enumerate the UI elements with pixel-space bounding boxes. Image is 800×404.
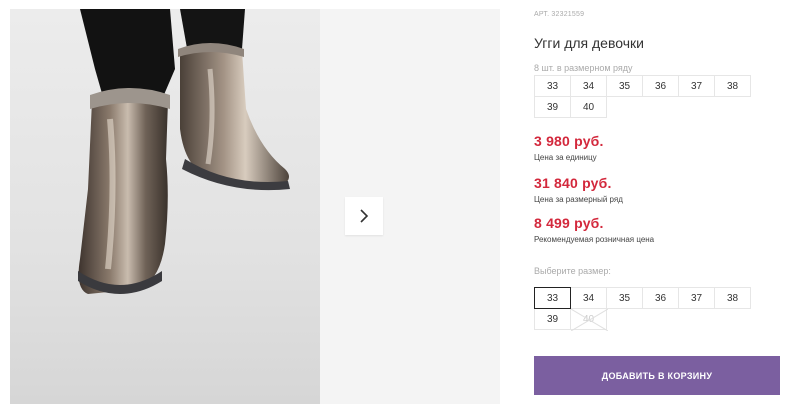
size-row-grid: 33 34 35 36 37 38 39 40 [534,75,762,118]
chevron-right-icon [360,209,369,223]
size-option[interactable]: 34 [570,287,607,309]
size-row-cell: 37 [678,75,715,97]
size-selector: 33 34 35 36 37 38 39 40 [534,287,762,331]
product-photo [10,9,320,404]
rrp-price: 8 499 руб. [534,215,604,231]
unit-price: 3 980 руб. [534,133,604,149]
size-option-label: 39 [546,313,559,325]
size-row-cell: 36 [642,75,679,97]
size-option-label: 37 [690,292,703,304]
size-row-cell: 38 [714,75,751,97]
add-to-cart-button[interactable]: ДОБАВИТЬ В КОРЗИНУ [534,356,780,395]
size-option[interactable]: 38 [714,287,751,309]
boots-illustration [78,9,290,294]
rrp-price-label: Рекомендуемая розничная цена [534,235,655,244]
size-option[interactable]: 35 [606,287,643,309]
size-row-cell: 34 [570,75,607,97]
size-option[interactable]: 37 [678,287,715,309]
product-gallery [10,9,500,404]
size-option[interactable]: 39 [534,308,571,330]
unavailable-cross-icon [571,309,608,331]
size-row-cell: 40 [570,96,607,118]
unit-price-label: Цена за единицу [534,153,597,162]
size-option[interactable]: 33 [534,287,571,309]
row-price: 31 840 руб. [534,175,612,191]
size-option-label: 38 [726,292,739,304]
size-option-label: 36 [654,292,667,304]
size-row-cell: 39 [534,96,571,118]
choose-size-label: Выберите размер: [534,266,611,276]
size-option-label: 35 [618,292,631,304]
size-row-cell: 35 [606,75,643,97]
product-sku: АРТ. 32321559 [534,11,585,18]
size-option[interactable]: 36 [642,287,679,309]
size-option: 40 [570,308,608,331]
next-image-button[interactable] [345,197,383,235]
row-price-label: Цена за размерный ряд [534,195,623,204]
size-option-label: 33 [546,292,559,304]
product-title: Угги для девочки [534,35,644,51]
size-row-label: 8 шт. в размерном ряду [534,63,633,73]
size-option-label: 34 [582,292,595,304]
size-row-cell: 33 [534,75,571,97]
